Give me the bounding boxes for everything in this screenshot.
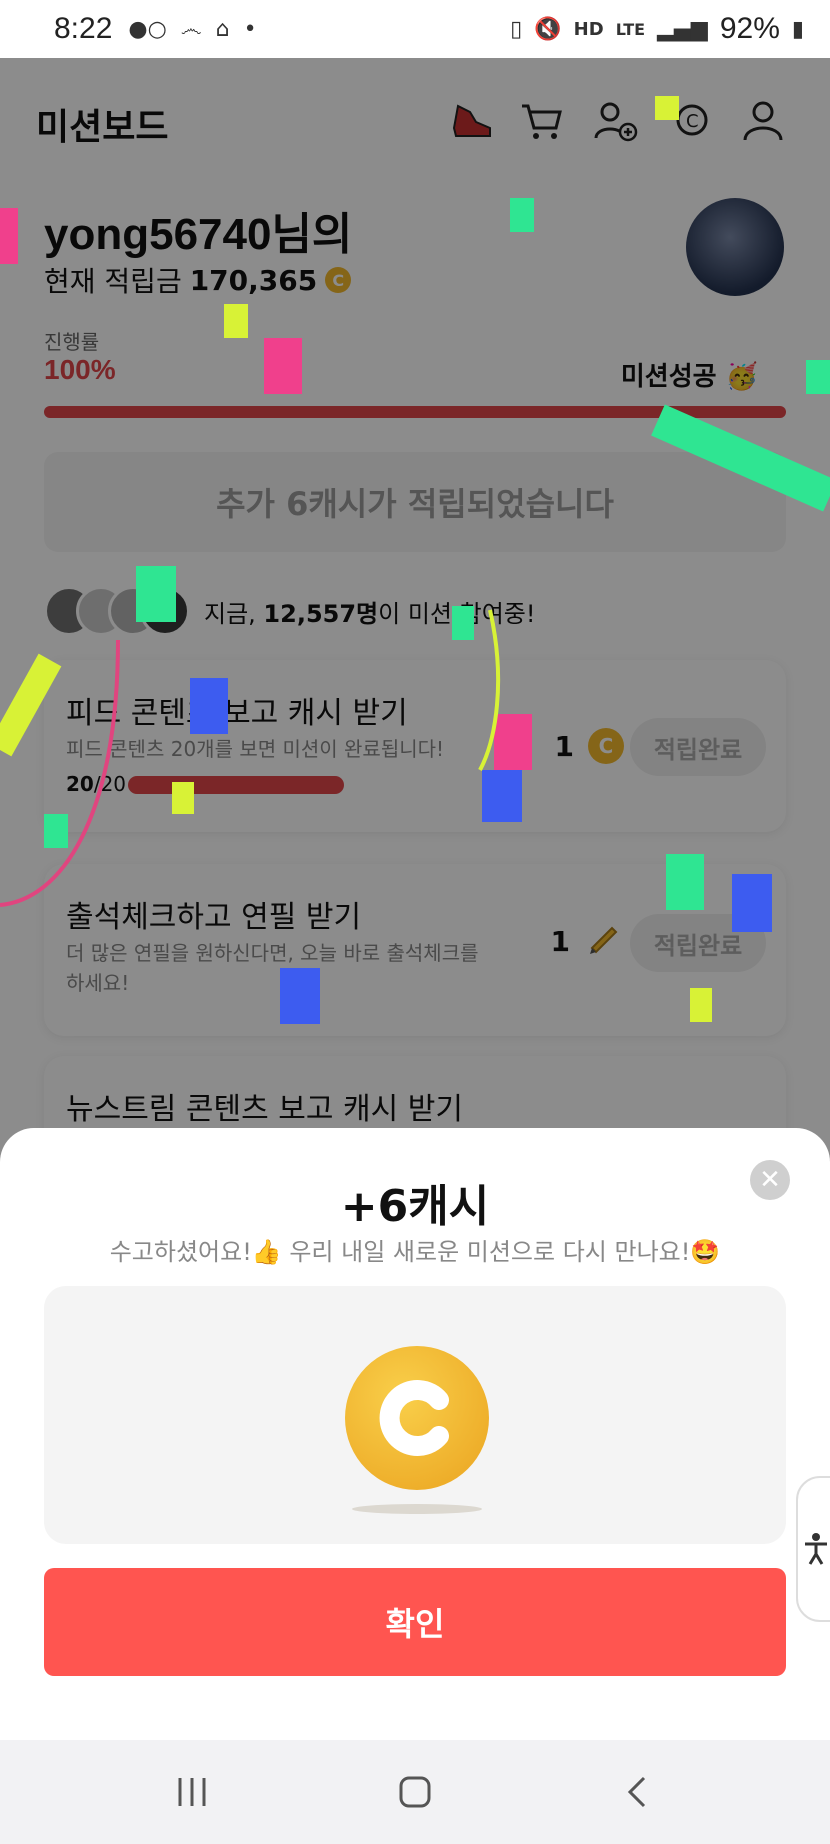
coin-shadow: [352, 1504, 482, 1514]
battery-icon: ▮: [791, 16, 804, 42]
battery-percent: 92%: [719, 12, 780, 45]
home-app-icon: ⌂: [215, 16, 230, 42]
reward-subtitle: 수고하셨어요!👍 우리 내일 새로운 미션으로 다시 만나요!🤩: [109, 1238, 721, 1266]
confirm-button[interactable]: 확인: [44, 1568, 786, 1676]
signal-icon: ▂▄▆: [657, 16, 708, 42]
reward-visual-box: [44, 1286, 786, 1544]
notification-icons: ●○ ෴ ⌂ •: [128, 17, 256, 42]
reward-sheet: ✕ +6캐시 수고하셨어요!👍 우리 내일 새로운 미션으로 다시 만나요!🤩 …: [0, 1128, 830, 1740]
system-nav-bar: [0, 1740, 830, 1844]
status-bar: 8:22 ●○ ෴ ⌂ • ▯ 🔇 HD LTE ▂▄▆ 92% ▮: [0, 0, 830, 58]
mustache-icon: ෴: [180, 16, 202, 42]
recent-apps-button[interactable]: [152, 1762, 232, 1822]
hd-voice-icon: HD: [573, 18, 604, 40]
battery-saver-icon: ▯: [510, 16, 523, 42]
recent-apps-icon: [178, 1778, 206, 1806]
reward-title: +6캐시: [340, 1181, 490, 1232]
dot-icon: •: [243, 16, 257, 42]
dual-circle-icon: ●○: [128, 16, 167, 42]
mute-icon: 🔇: [534, 16, 562, 42]
home-icon: [399, 1776, 431, 1808]
accessibility-icon[interactable]: [796, 1476, 830, 1622]
coin-icon: [345, 1346, 489, 1490]
status-time: 8:22: [54, 12, 113, 45]
back-icon: [628, 1776, 646, 1808]
back-button[interactable]: [598, 1762, 678, 1822]
lte-icon: LTE: [615, 19, 646, 39]
home-button[interactable]: [375, 1762, 455, 1822]
